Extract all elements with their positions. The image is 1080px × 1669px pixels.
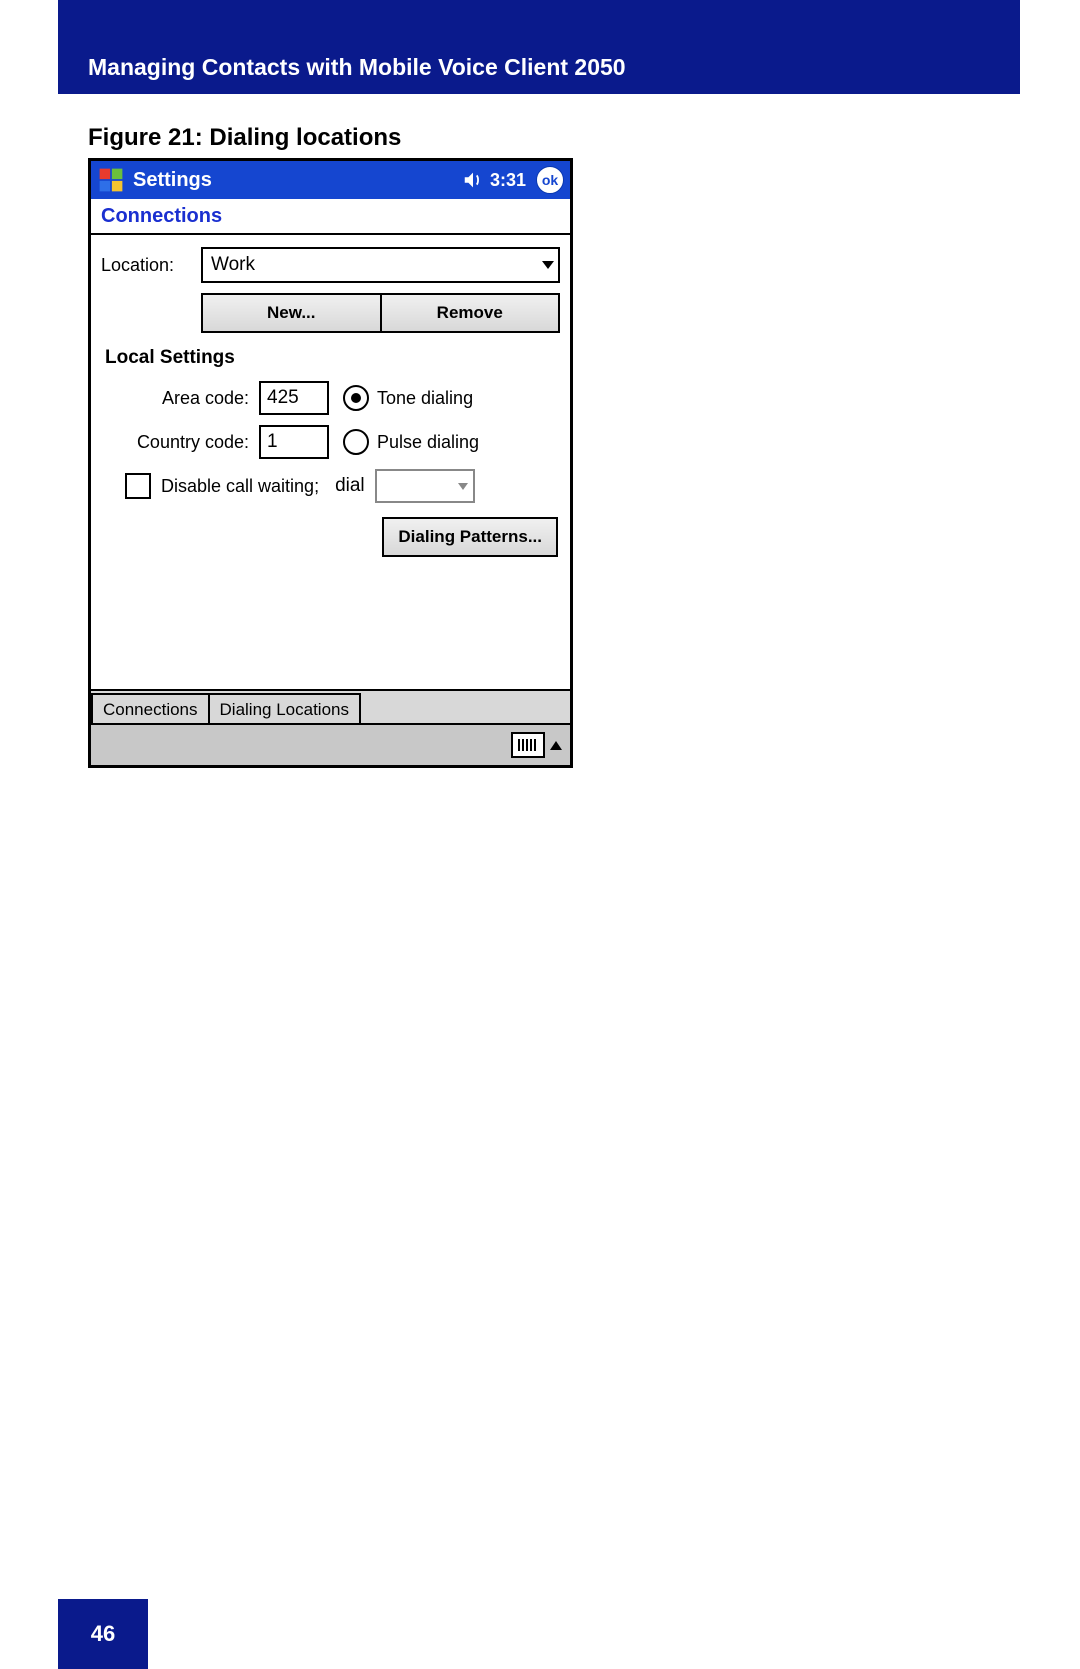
location-label: Location: (101, 255, 201, 276)
tab-connections[interactable]: Connections (91, 693, 210, 725)
area-code-input[interactable]: 425 (259, 381, 329, 415)
location-value: Work (211, 254, 255, 276)
disable-call-waiting-label: Disable call waiting; (161, 476, 319, 497)
chapter-title: Managing Contacts with Mobile Voice Clie… (88, 54, 626, 81)
keyboard-icon[interactable] (511, 732, 545, 758)
tab-bar: Connections Dialing Locations (91, 689, 570, 725)
disable-call-waiting-checkbox[interactable] (125, 473, 151, 499)
settings-section-header: Connections (91, 199, 570, 235)
window-titlebar: Settings 3:31 ok (91, 161, 570, 199)
pulse-dialing-label: Pulse dialing (377, 432, 479, 453)
clock-time: 3:31 (490, 170, 526, 191)
keyboard-keys-icon (518, 739, 538, 751)
local-settings-title: Local Settings (105, 347, 560, 369)
chevron-up-icon[interactable] (550, 741, 562, 750)
form-content: Location: Work New... Remove Local Setti… (91, 235, 570, 563)
chevron-down-icon (458, 483, 468, 490)
tone-dialing-label: Tone dialing (377, 388, 473, 409)
country-code-label: Country code: (101, 432, 259, 453)
chevron-down-icon (542, 261, 554, 269)
tone-dialing-radio[interactable] (343, 385, 369, 411)
country-code-input[interactable]: 1 (259, 425, 329, 459)
location-dropdown[interactable]: Work (201, 247, 560, 283)
screenshot-frame: Settings 3:31 ok Connections Location: W… (88, 158, 573, 768)
soft-input-panel-bar (91, 723, 570, 765)
dial-label: dial (335, 475, 365, 497)
area-code-label: Area code: (101, 388, 259, 409)
ok-button[interactable]: ok (536, 166, 564, 194)
tab-dialing-locations[interactable]: Dialing Locations (210, 693, 361, 725)
windows-start-icon[interactable] (97, 166, 125, 194)
page-number: 46 (91, 1621, 115, 1647)
window-title: Settings (133, 169, 212, 192)
new-button[interactable]: New... (201, 293, 382, 333)
page-number-band: 46 (58, 1599, 148, 1669)
volume-icon[interactable] (462, 169, 484, 191)
document-page: Managing Contacts with Mobile Voice Clie… (0, 0, 1080, 1669)
dial-code-dropdown[interactable] (375, 469, 475, 503)
section-title: Connections (101, 205, 222, 228)
radio-selected-icon (351, 393, 361, 403)
pulse-dialing-radio[interactable] (343, 429, 369, 455)
remove-button[interactable]: Remove (382, 293, 561, 333)
dialing-patterns-button[interactable]: Dialing Patterns... (382, 517, 558, 557)
figure-caption: Figure 21: Dialing locations (88, 124, 401, 152)
